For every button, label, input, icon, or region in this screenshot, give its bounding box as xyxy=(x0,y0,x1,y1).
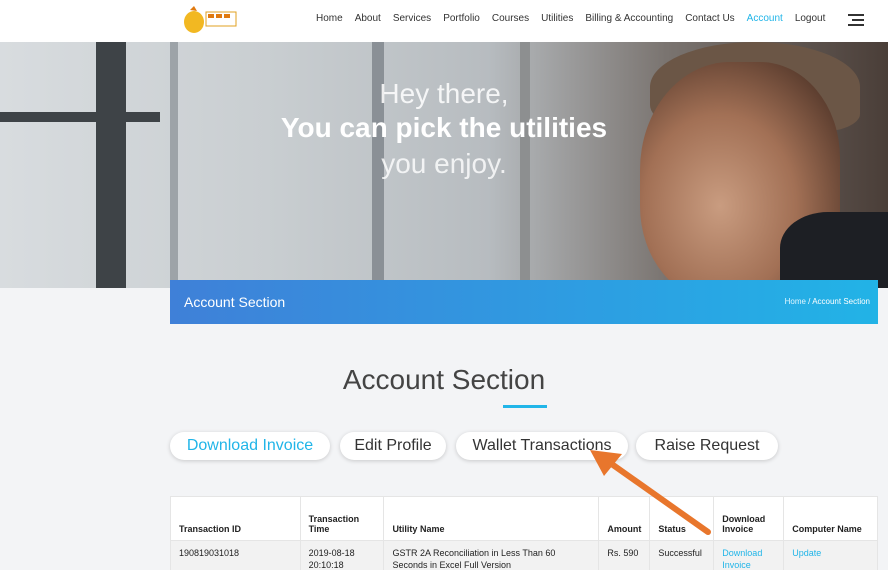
hero-line-2: You can pick the utilities xyxy=(280,112,608,143)
table-row: 190819031018 2019-08-18 20:10:18 GSTR 2A… xyxy=(170,540,878,570)
cell-transaction-time: 2019-08-18 20:10:18 xyxy=(299,540,385,570)
nav-account[interactable]: Account xyxy=(747,13,783,24)
nav-services[interactable]: Services xyxy=(393,13,431,24)
site-logo[interactable] xyxy=(180,4,240,36)
title-underline xyxy=(503,405,547,408)
col-utility-name: Utility Name xyxy=(383,496,600,541)
top-navbar: Home About Services Portfolio Courses Ut… xyxy=(0,0,888,42)
nav-about[interactable]: About xyxy=(355,13,381,24)
annotation-arrow-icon xyxy=(590,450,711,535)
col-transaction-id: Transaction ID xyxy=(170,496,301,541)
transactions-table: Transaction ID Transaction Time Utility … xyxy=(170,496,878,570)
tab-download-invoice[interactable]: Download Invoice xyxy=(170,432,330,460)
breadcrumb-current: Account Section xyxy=(812,297,870,306)
section-header-band: Account Section Home / Account Section xyxy=(170,280,878,324)
tab-edit-profile[interactable]: Edit Profile xyxy=(340,432,446,460)
hero-line-3: you enjoy. xyxy=(381,148,507,179)
download-invoice-link[interactable]: Download Invoice xyxy=(713,540,785,570)
band-title: Account Section xyxy=(184,294,286,310)
col-transaction-time: Transaction Time xyxy=(299,496,385,541)
nav-contact[interactable]: Contact Us xyxy=(685,13,734,24)
nav-logout[interactable]: Logout xyxy=(795,13,826,24)
nav-utilities[interactable]: Utilities xyxy=(541,13,573,24)
cell-utility-name: GSTR 2A Reconciliation in Less Than 60 S… xyxy=(383,540,600,570)
nav-portfolio[interactable]: Portfolio xyxy=(443,13,480,24)
cell-amount: Rs. 590 xyxy=(598,540,651,570)
hero-person-coat xyxy=(780,212,888,288)
breadcrumb: Home / Account Section xyxy=(785,297,870,306)
page-title: Account Section xyxy=(342,364,546,395)
main-menu: Home About Services Portfolio Courses Ut… xyxy=(316,13,837,24)
nav-home[interactable]: Home xyxy=(316,13,343,24)
nav-billing[interactable]: Billing & Accounting xyxy=(585,13,673,24)
cell-status: Successful xyxy=(649,540,715,570)
hamburger-menu-icon[interactable] xyxy=(848,14,864,26)
hero-line-1: Hey there, xyxy=(379,78,509,109)
nav-courses[interactable]: Courses xyxy=(492,13,529,24)
col-computer-name: Computer Name xyxy=(783,496,878,541)
cell-transaction-id: 190819031018 xyxy=(170,540,301,570)
hero-banner: Hey there, You can pick the utilities yo… xyxy=(0,42,888,288)
col-download-invoice: Download Invoice xyxy=(713,496,785,541)
update-computer-link[interactable]: Update xyxy=(783,540,878,570)
breadcrumb-home[interactable]: Home xyxy=(785,297,806,306)
